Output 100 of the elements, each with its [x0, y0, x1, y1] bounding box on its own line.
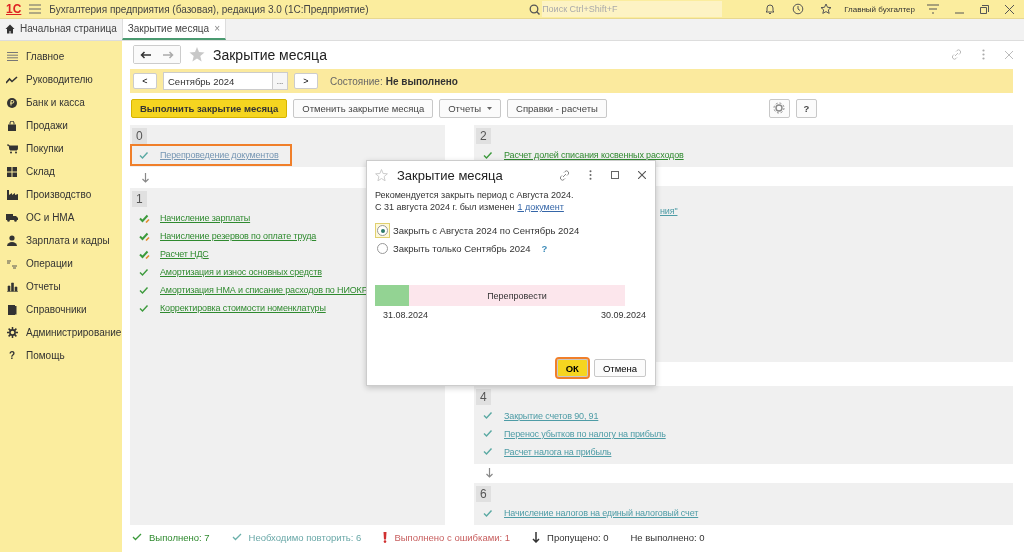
- sidebar-item[interactable]: Производство: [0, 183, 122, 206]
- coin-icon: [7, 97, 17, 108]
- toolbar-button[interactable]: Выполнить закрытие месяца: [131, 98, 288, 118]
- check-icon: [483, 447, 494, 457]
- maximize-icon[interactable]: [611, 171, 619, 179]
- dialog-message: Рекомендуется закрыть период с Августа 2024.: [375, 189, 575, 201]
- help-button[interactable]: ?: [795, 98, 817, 118]
- sidebar-item[interactable]: Зарплата и кадры: [0, 229, 122, 252]
- menu-icon[interactable]: [29, 4, 42, 14]
- tab[interactable]: Закрытие месяца ×: [121, 19, 226, 40]
- trend-icon: [6, 75, 18, 84]
- right-arrow-icon: [163, 50, 174, 59]
- step-link[interactable]: Амортизация и износ основных средств: [160, 267, 322, 277]
- start-date: 31.08.2024: [383, 310, 429, 320]
- status-count: Выполнено с ошибками: 1: [394, 531, 511, 543]
- check-icon: [139, 150, 150, 160]
- step-number: 1: [132, 191, 147, 207]
- step-link[interactable]: Расчет долей списания косвенных расходов: [504, 150, 684, 160]
- sidebar-item[interactable]: Отчеты: [0, 275, 122, 298]
- step-link[interactable]: Расчет НДС: [160, 249, 209, 259]
- bell-icon[interactable]: [764, 3, 777, 15]
- help-link[interactable]: ?: [541, 243, 548, 254]
- check-pencil-icon: [139, 231, 150, 241]
- link-icon[interactable]: [951, 49, 962, 60]
- check-icon: [139, 285, 150, 295]
- grid-icon: [7, 166, 17, 177]
- star-icon[interactable]: [189, 47, 205, 62]
- check-icon: [132, 533, 142, 541]
- person-icon: [7, 235, 17, 246]
- sidebar-item[interactable]: Главное: [0, 45, 122, 68]
- menu-icon: [6, 52, 18, 61]
- radio-label[interactable]: Закрыть с Августа 2024 по Сентябрь 2024: [393, 225, 580, 236]
- sidebar-item[interactable]: Руководителю: [0, 68, 122, 91]
- sidebar-item[interactable]: Покупки: [0, 137, 122, 160]
- gear-icon: [6, 327, 18, 338]
- ok-button[interactable]: ОК: [556, 359, 588, 377]
- help-icon: ?: [8, 350, 16, 361]
- back-button[interactable]: [134, 46, 157, 63]
- home-icon: [5, 23, 15, 34]
- toolbar-button[interactable]: Справки - расчеты: [507, 98, 607, 118]
- state-value: Не выполнено: [385, 75, 458, 87]
- status-count: Пропущено: 0: [547, 531, 609, 543]
- step-link[interactable]: Амортизация НМА и списание расходов по НИОКР: [160, 285, 368, 295]
- step-link[interactable]: Корректировка стоимости номенклатуры: [160, 303, 326, 313]
- radio-button[interactable]: [375, 223, 390, 238]
- ledger-icon: [7, 258, 17, 269]
- tab[interactable]: Начальная страница: [0, 19, 122, 40]
- search-icon[interactable]: [529, 3, 541, 15]
- more-icon[interactable]: [589, 170, 592, 180]
- check-icon: [231, 533, 242, 541]
- step-number: 0: [132, 128, 147, 144]
- previous-period-button[interactable]: <: [133, 73, 157, 89]
- link-icon[interactable]: [559, 169, 570, 181]
- left-arrow-icon: [140, 50, 151, 59]
- tab-close-button[interactable]: ×: [214, 23, 220, 34]
- radio-label[interactable]: Закрыть только Сентябрь 2024: [393, 243, 531, 254]
- search-field[interactable]: Поиск Ctrl+Shift+F: [542, 1, 723, 17]
- restore-icon[interactable]: [980, 4, 989, 14]
- sidebar-item[interactable]: Банк и касса: [0, 91, 122, 114]
- sidebar-item[interactable]: Продажи: [0, 114, 122, 137]
- dialog-title: Закрытие месяца: [397, 167, 503, 183]
- end-date: 30.09.2024: [600, 310, 646, 320]
- choose-button[interactable]: ...: [272, 73, 287, 89]
- close-icon[interactable]: [638, 171, 646, 179]
- state-label: Состояние:: [330, 75, 383, 87]
- app-title: Бухгалтерия предприятия (базовая), редакция 3.0 (1С:Предприятие): [49, 3, 369, 15]
- check-icon: [483, 150, 494, 160]
- step-link[interactable]: Начисление зарплаты: [160, 213, 251, 223]
- bag-icon: [7, 120, 17, 131]
- sidebar-item[interactable]: ? Помощь: [0, 344, 122, 367]
- factory-icon: [6, 189, 18, 200]
- step-number: 6: [476, 486, 491, 502]
- close-icon[interactable]: [1005, 4, 1014, 14]
- user-name[interactable]: Главный бухгалтер: [844, 4, 915, 14]
- dialog-message: С 31 августа 2024 г. был изменен: [375, 201, 515, 213]
- check-pencil-icon: [139, 249, 150, 259]
- toolbar-button[interactable]: Отменить закрытие месяца: [293, 98, 434, 118]
- toolbar-button[interactable]: Отчеты: [439, 98, 502, 118]
- sidebar-item[interactable]: Операции: [0, 252, 122, 275]
- sidebar-item[interactable]: Справочники: [0, 298, 122, 321]
- bar-chart-icon: [6, 281, 18, 292]
- step-link[interactable]: Начисление резервов по оплате труда: [160, 231, 317, 241]
- sidebar-item[interactable]: Склад: [0, 160, 122, 183]
- status-count: Выполнено: 7: [149, 531, 210, 543]
- next-period-button[interactable]: >: [294, 73, 318, 89]
- exclamation-icon: [383, 531, 388, 543]
- sidebar-item[interactable]: ОС и НМА: [0, 206, 122, 229]
- cancel-button[interactable]: Отмена: [593, 359, 646, 377]
- star-icon[interactable]: [820, 3, 833, 15]
- settings-menu-icon[interactable]: [927, 4, 939, 14]
- history-icon[interactable]: [792, 3, 805, 15]
- sidebar-item[interactable]: Администрирование: [0, 321, 122, 344]
- step-number: 2: [476, 128, 491, 144]
- check-icon: [139, 267, 150, 277]
- form-title: Закрытие месяца: [213, 46, 327, 63]
- period-field[interactable]: Сентябрь 2024 ...: [163, 72, 288, 90]
- document-link[interactable]: 1 документ: [517, 201, 564, 213]
- app-logo: 1С: [6, 2, 22, 16]
- check-icon: [483, 429, 494, 439]
- settings-button[interactable]: [768, 98, 790, 118]
